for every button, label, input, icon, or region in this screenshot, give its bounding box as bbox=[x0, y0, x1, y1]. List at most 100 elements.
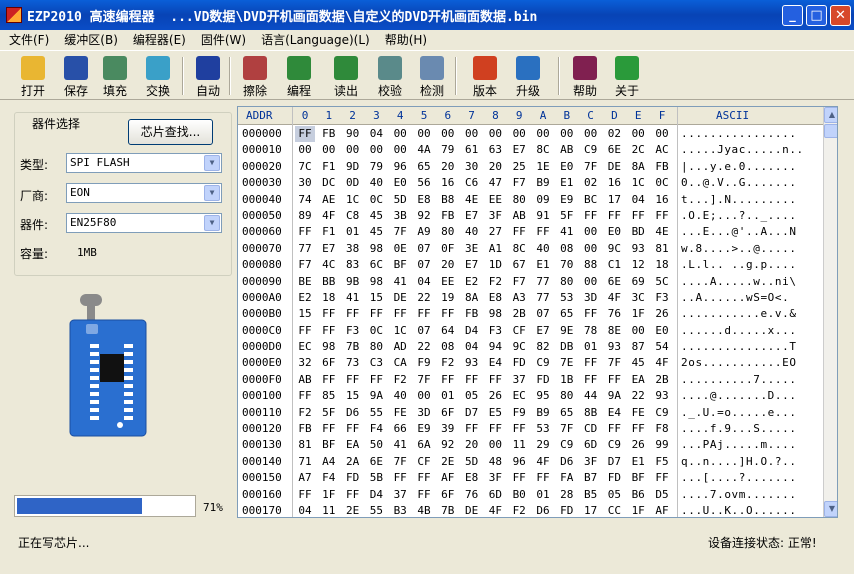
hex-byte[interactable]: 48 bbox=[485, 454, 505, 470]
hex-byte[interactable]: E9 bbox=[557, 192, 577, 208]
hex-byte[interactable]: 83 bbox=[343, 257, 363, 273]
hex-byte[interactable]: FF bbox=[604, 421, 624, 437]
hex-byte[interactable]: FF bbox=[366, 306, 386, 322]
hex-byte[interactable]: B5 bbox=[581, 487, 601, 503]
hex-byte[interactable]: 16 bbox=[438, 175, 458, 191]
hex-byte[interactable]: E9 bbox=[414, 421, 434, 437]
hex-byte[interactable]: 8A bbox=[628, 159, 648, 175]
hex-byte[interactable]: 1F bbox=[628, 306, 648, 322]
hex-byte[interactable]: 11 bbox=[319, 503, 339, 517]
hex-byte[interactable]: 40 bbox=[390, 388, 410, 404]
hex-row[interactable]: 0000A0 E2 18 41 15 DE 22 19 8A E8 A3 77 53 3D 4F 3C F3..… bbox=[238, 290, 823, 306]
hex-byte[interactable]: D7 bbox=[462, 405, 482, 421]
scroll-down-icon[interactable]: ▼ bbox=[824, 501, 837, 517]
hex-byte[interactable]: FF bbox=[343, 487, 363, 503]
ascii-text[interactable]: ...........e.v.& bbox=[681, 306, 797, 322]
ascii-text[interactable]: 2os...........EO bbox=[681, 355, 797, 371]
hex-byte[interactable]: 37 bbox=[509, 372, 529, 388]
hex-byte[interactable]: F4 bbox=[319, 470, 339, 486]
hex-byte[interactable]: 15 bbox=[295, 306, 315, 322]
hex-byte[interactable]: FF bbox=[295, 126, 315, 143]
hex-byte[interactable]: 6F bbox=[438, 487, 458, 503]
hex-byte[interactable]: 00 bbox=[366, 142, 386, 158]
hex-byte[interactable]: E7 bbox=[462, 257, 482, 273]
hex-byte[interactable]: 00 bbox=[628, 126, 648, 142]
hex-byte[interactable]: 77 bbox=[295, 241, 315, 257]
hex-byte[interactable]: 8B bbox=[581, 405, 601, 421]
hex-byte[interactable]: 00 bbox=[485, 126, 505, 142]
hex-byte[interactable]: F2 bbox=[295, 405, 315, 421]
ascii-text[interactable]: ....f.9...S..... bbox=[681, 421, 797, 437]
hex-row[interactable]: 0000E0 32 6F 73 C3 CA F9 F2 93 E4 FD C9 7E FF 7F 45 4F 2o… bbox=[238, 355, 823, 371]
hex-byte[interactable]: 99 bbox=[652, 437, 672, 453]
hex-byte[interactable]: 80 bbox=[509, 192, 529, 208]
hex-byte[interactable]: F2 bbox=[390, 372, 410, 388]
hex-byte[interactable]: FF bbox=[485, 421, 505, 437]
hex-byte[interactable]: 00 bbox=[557, 126, 577, 142]
hex-byte[interactable]: E0 bbox=[557, 159, 577, 175]
hex-row[interactable]: 000170 04 11 2E 55 B3 4B 7B DE 4F F2 D6 FD 17 CC 1F AF..… bbox=[238, 503, 823, 517]
hex-byte[interactable]: 41 bbox=[343, 290, 363, 306]
hex-byte[interactable]: E1 bbox=[628, 454, 648, 470]
hex-row[interactable]: 000080 F7 4C 83 6C BF 07 20 E7 1D 67 E1 70 88 C1 12 18 .L… bbox=[238, 257, 823, 273]
hex-byte[interactable]: 12 bbox=[628, 257, 648, 273]
hex-byte[interactable]: E1 bbox=[557, 175, 577, 191]
hex-row[interactable]: 000160 FF 1F FF D4 37 FF 6F 76 6D B0 01 28 B5 05 B6 D5..… bbox=[238, 487, 823, 503]
hex-byte[interactable]: 79 bbox=[366, 159, 386, 175]
hex-byte[interactable]: 00 bbox=[343, 142, 363, 158]
hex-byte[interactable]: 20 bbox=[438, 159, 458, 175]
ascii-text[interactable]: ._.U.=o.....e... bbox=[681, 405, 797, 421]
hex-byte[interactable]: 0C bbox=[652, 175, 672, 191]
hex-byte[interactable]: 53 bbox=[557, 290, 577, 306]
hex-byte[interactable]: FF bbox=[343, 306, 363, 322]
hex-byte[interactable]: F1 bbox=[319, 159, 339, 175]
hex-byte[interactable]: E5 bbox=[485, 405, 505, 421]
menu-language[interactable]: 语言(Language)(L) bbox=[252, 31, 376, 48]
ascii-text[interactable]: ...PAj.....m.... bbox=[681, 437, 797, 453]
hex-byte[interactable]: FF bbox=[438, 306, 458, 322]
hex-byte[interactable]: 45 bbox=[366, 224, 386, 240]
hex-byte[interactable]: 00 bbox=[581, 274, 601, 290]
hex-byte[interactable]: 70 bbox=[557, 257, 577, 273]
hex-byte[interactable]: F7 bbox=[295, 257, 315, 273]
toolbar-button-13[interactable]: 关于 bbox=[607, 52, 647, 98]
hex-row[interactable]: 0000B0 15 FF FF FF FF FF FF FB 98 2B 07 65 FF 76 1F 26..… bbox=[238, 306, 823, 322]
hex-byte[interactable]: 01 bbox=[581, 339, 601, 355]
hex-byte[interactable]: 40 bbox=[533, 241, 553, 257]
hex-byte[interactable]: CF bbox=[509, 323, 529, 339]
hex-byte[interactable]: 16 bbox=[604, 175, 624, 191]
hex-byte[interactable]: C9 bbox=[604, 437, 624, 453]
hex-byte[interactable]: 98 bbox=[366, 241, 386, 257]
ascii-text[interactable]: .....Jyac.....n.. bbox=[681, 142, 804, 158]
hex-byte[interactable]: 80 bbox=[438, 224, 458, 240]
toolbar-button-9[interactable]: 检测 bbox=[412, 52, 452, 98]
hex-byte[interactable]: D6 bbox=[557, 454, 577, 470]
hex-byte[interactable]: 7F bbox=[604, 355, 624, 371]
hex-row[interactable]: 000040 74 AE 1C 0C 5D E8 B8 4E EE 80 09 E9 BC 17 04 16 t.… bbox=[238, 192, 823, 208]
hex-byte[interactable]: 53 bbox=[533, 421, 553, 437]
hex-byte[interactable]: FD bbox=[509, 355, 529, 371]
hex-byte[interactable]: 00 bbox=[319, 142, 339, 158]
hex-byte[interactable]: 27 bbox=[485, 224, 505, 240]
hex-byte[interactable]: FF bbox=[533, 470, 553, 486]
hex-byte[interactable]: FF bbox=[581, 208, 601, 224]
hex-byte[interactable]: 17 bbox=[581, 503, 601, 517]
hex-byte[interactable]: 05 bbox=[462, 388, 482, 404]
hex-byte[interactable]: A7 bbox=[295, 470, 315, 486]
hex-byte[interactable]: C9 bbox=[581, 142, 601, 158]
hex-byte[interactable]: 90 bbox=[343, 126, 363, 142]
hex-byte[interactable]: E7 bbox=[462, 208, 482, 224]
toolbar-button-7[interactable]: 读出 bbox=[326, 52, 366, 98]
hex-row[interactable]: 000110 F2 5F D6 55 FE 3D 6F D7 E5 F9 B9 65 8B E4 FE C9 ._… bbox=[238, 405, 823, 421]
hex-byte[interactable]: 0F bbox=[438, 241, 458, 257]
toolbar-button-1[interactable]: 保存 bbox=[56, 52, 96, 98]
hex-row[interactable]: 0000D0 EC 98 7B 80 AD 22 08 04 94 9C 82 DB 01 93 87 54..… bbox=[238, 339, 823, 355]
hex-byte[interactable]: 79 bbox=[438, 142, 458, 158]
hex-byte[interactable]: 63 bbox=[485, 142, 505, 158]
ascii-text[interactable]: ......d.....x... bbox=[681, 323, 797, 339]
hex-byte[interactable]: 4F bbox=[533, 454, 553, 470]
hex-byte[interactable]: 2C bbox=[628, 142, 648, 158]
hex-byte[interactable]: C9 bbox=[533, 355, 553, 371]
hex-byte[interactable]: 28 bbox=[557, 487, 577, 503]
hex-byte[interactable]: 00 bbox=[581, 126, 601, 142]
